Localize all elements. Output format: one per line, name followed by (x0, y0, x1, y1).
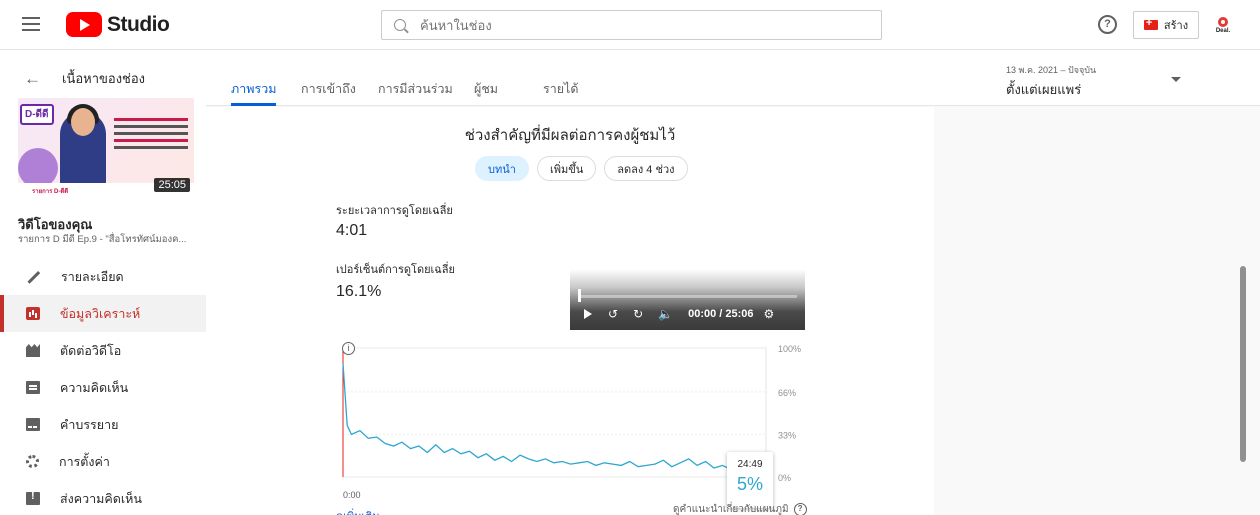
tab-reach[interactable]: การเข้าถึง (301, 79, 356, 106)
tab-audience[interactable]: ผู้ชม (474, 79, 498, 106)
avg-percentage-value: 16.1% (336, 283, 382, 300)
avatar-text: Deal. (1215, 27, 1231, 34)
sidebar-item-label: ความคิดเห็น (60, 380, 129, 395)
back-arrow-icon: ← (24, 68, 41, 88)
rewind-icon[interactable]: ↺ (608, 307, 618, 321)
help-icon[interactable]: ? (1098, 15, 1117, 34)
volume-icon[interactable]: 🔈 (658, 307, 673, 321)
y-tick-label: 0% (778, 473, 791, 483)
date-range: 13 พ.ค. 2021 – ปัจจุบัน (1006, 65, 1097, 75)
tab-engagement[interactable]: การมีส่วนร่วม (378, 79, 453, 106)
card-title: ช่วงสำคัญที่มีผลต่อการคงผู้ชมไว้ (464, 127, 676, 144)
retention-card: ช่วงสำคัญที่มีผลต่อการคงผู้ชมไว้ บทนำ เพ… (206, 107, 934, 515)
tab-revenue[interactable]: รายได้ (543, 79, 578, 106)
tooltip-time: 24:49 (737, 459, 763, 470)
feedback-icon (26, 490, 40, 505)
back-label: เนื้อหาของช่อง (62, 71, 146, 86)
forward-icon[interactable]: ↻ (633, 307, 643, 321)
help-circle-icon: ? (793, 503, 807, 515)
x-tick-label: 0:00 (343, 490, 361, 500)
sidebar: ← เนื้อหาของช่อง D-ดีดี รายการ D-ดีดี 25… (0, 51, 206, 515)
y-tick-label: 100% (778, 344, 801, 354)
avg-percentage-label: เปอร์เซ็นต์การดูโดยเฉลี่ย (336, 264, 455, 276)
right-panel (934, 107, 1260, 515)
chip-dips[interactable]: ลดลง 4 ช่วง (604, 156, 688, 181)
top-bar: Studio ? สร้าง Deal. (0, 0, 1260, 50)
retention-line (342, 363, 762, 472)
tab-overview[interactable]: ภาพรวม (231, 79, 277, 106)
info-icon[interactable]: i (342, 342, 355, 355)
chart-x-tick-labels: 0:0025:05 (343, 490, 766, 500)
thumbnail-badge: D-ดีดี (20, 104, 54, 125)
moment-chips: บทนำ เพิ่มขึ้น ลดลง 4 ช่วง (475, 156, 688, 181)
see-more-link[interactable]: ดูเพิ่มเติม (336, 507, 380, 515)
main-content: ภาพรวม การเข้าถึง การมีส่วนร่วม ผู้ชม รา… (206, 51, 1260, 515)
tooltip-value: 5% (736, 474, 763, 494)
thumbnail-text-lines (114, 118, 188, 153)
sidebar-item-comments[interactable]: ความคิดเห็น (0, 369, 206, 406)
sidebar-item-label: รายละเอียด (61, 269, 124, 284)
comment-icon (26, 381, 40, 394)
search-box[interactable] (381, 10, 882, 40)
sidebar-item-label: ส่งความคิดเห็น (60, 491, 142, 506)
scrollbar[interactable] (1240, 266, 1246, 462)
player-progress-bar[interactable] (578, 295, 797, 298)
play-logo-icon (66, 12, 102, 37)
play-icon[interactable] (584, 309, 592, 319)
video-duration: 25:05 (154, 178, 190, 192)
avatar-logo-icon (1218, 16, 1228, 27)
studio-logo[interactable]: Studio (66, 12, 170, 37)
subtitles-icon (26, 418, 40, 431)
chart-tooltip: 24:49 5% (727, 452, 773, 508)
create-label: สร้าง (1163, 20, 1189, 32)
sidebar-item-label: การตั้งค่า (59, 454, 110, 469)
chip-spikes[interactable]: เพิ่มขึ้น (536, 156, 597, 181)
sidebar-item-label: คำบรรยาย (60, 417, 119, 432)
video-thumbnail[interactable]: D-ดีดี รายการ D-ดีดี 25:05 (18, 98, 194, 197)
sidebar-item-label: ตัดต่อวิดีโอ (60, 343, 122, 358)
logo-text: Studio (107, 12, 170, 36)
chart-help-label: ดูคำแนะนำเกี่ยวกับแผนภูมิ (673, 504, 789, 515)
y-tick-label: 33% (778, 430, 796, 440)
avg-view-duration-value: 4:01 (336, 222, 368, 239)
pencil-icon (26, 269, 41, 284)
sidebar-item-details[interactable]: รายละเอียด (0, 258, 206, 295)
menu-icon[interactable] (22, 17, 40, 31)
sidebar-item-analytics[interactable]: ข้อมูลวิเคราะห์ (0, 295, 206, 332)
video-title[interactable]: รายการ D มีดี Ep.9 - "สื่อโทรทัศน์มองค..… (18, 232, 198, 247)
thumbnail-decoration (18, 148, 58, 188)
sidebar-item-settings[interactable]: การตั้งค่า (0, 443, 206, 480)
sidebar-item-label: ข้อมูลวิเคราะห์ (60, 306, 141, 321)
player-controls: ↺ ↻ 🔈 00:00 / 25:06 ⚙ (584, 307, 789, 321)
sidebar-item-feedback[interactable]: ส่งความคิดเห็น (0, 480, 206, 515)
clapperboard-icon (26, 344, 40, 357)
search-input[interactable] (420, 17, 860, 33)
sidebar-nav: รายละเอียด ข้อมูลวิเคราะห์ ตัดต่อวิดีโอ … (0, 258, 206, 515)
thumbnail-face (71, 108, 95, 136)
sidebar-item-editor[interactable]: ตัดต่อวิดีโอ (0, 332, 206, 369)
chart-y-tick-labels: 100% 66% 33% 0% (778, 344, 801, 483)
analytics-tabs: ภาพรวม การเข้าถึง การมีส่วนร่วม ผู้ชม รา… (206, 51, 1260, 106)
settings-gear-icon[interactable]: ⚙ (764, 307, 775, 321)
chart-plot-area (342, 347, 767, 478)
y-tick-label: 66% (778, 388, 796, 398)
camera-plus-icon (1143, 17, 1158, 30)
create-button[interactable]: สร้าง (1133, 11, 1199, 39)
date-range-picker[interactable]: 13 พ.ค. 2021 – ปัจจุบัน ตั้งแต่เผยแพร่ (1006, 63, 1186, 100)
gear-icon (26, 455, 39, 468)
chart-help[interactable]: ดูคำแนะนำเกี่ยวกับแผนภูมิ ? (673, 502, 807, 515)
avg-view-duration-label: ระยะเวลาการดูโดยเฉลี่ย (336, 205, 453, 217)
date-range-label: ตั้งแต่เผยแพร่ (1006, 82, 1082, 97)
chevron-down-icon (1171, 77, 1181, 82)
chip-intro[interactable]: บทนำ (475, 156, 529, 181)
back-to-content[interactable]: ← เนื้อหาของช่อง (24, 68, 145, 89)
avatar[interactable]: Deal. (1210, 12, 1236, 38)
player-time: 00:00 / 25:06 (688, 308, 754, 320)
sidebar-item-subtitles[interactable]: คำบรรยาย (0, 406, 206, 443)
player-scrubber[interactable] (578, 289, 581, 302)
video-preview-player[interactable]: ↺ ↻ 🔈 00:00 / 25:06 ⚙ (570, 269, 805, 330)
analytics-icon (26, 307, 40, 320)
chart-grid (342, 347, 767, 478)
search-icon (394, 19, 406, 31)
